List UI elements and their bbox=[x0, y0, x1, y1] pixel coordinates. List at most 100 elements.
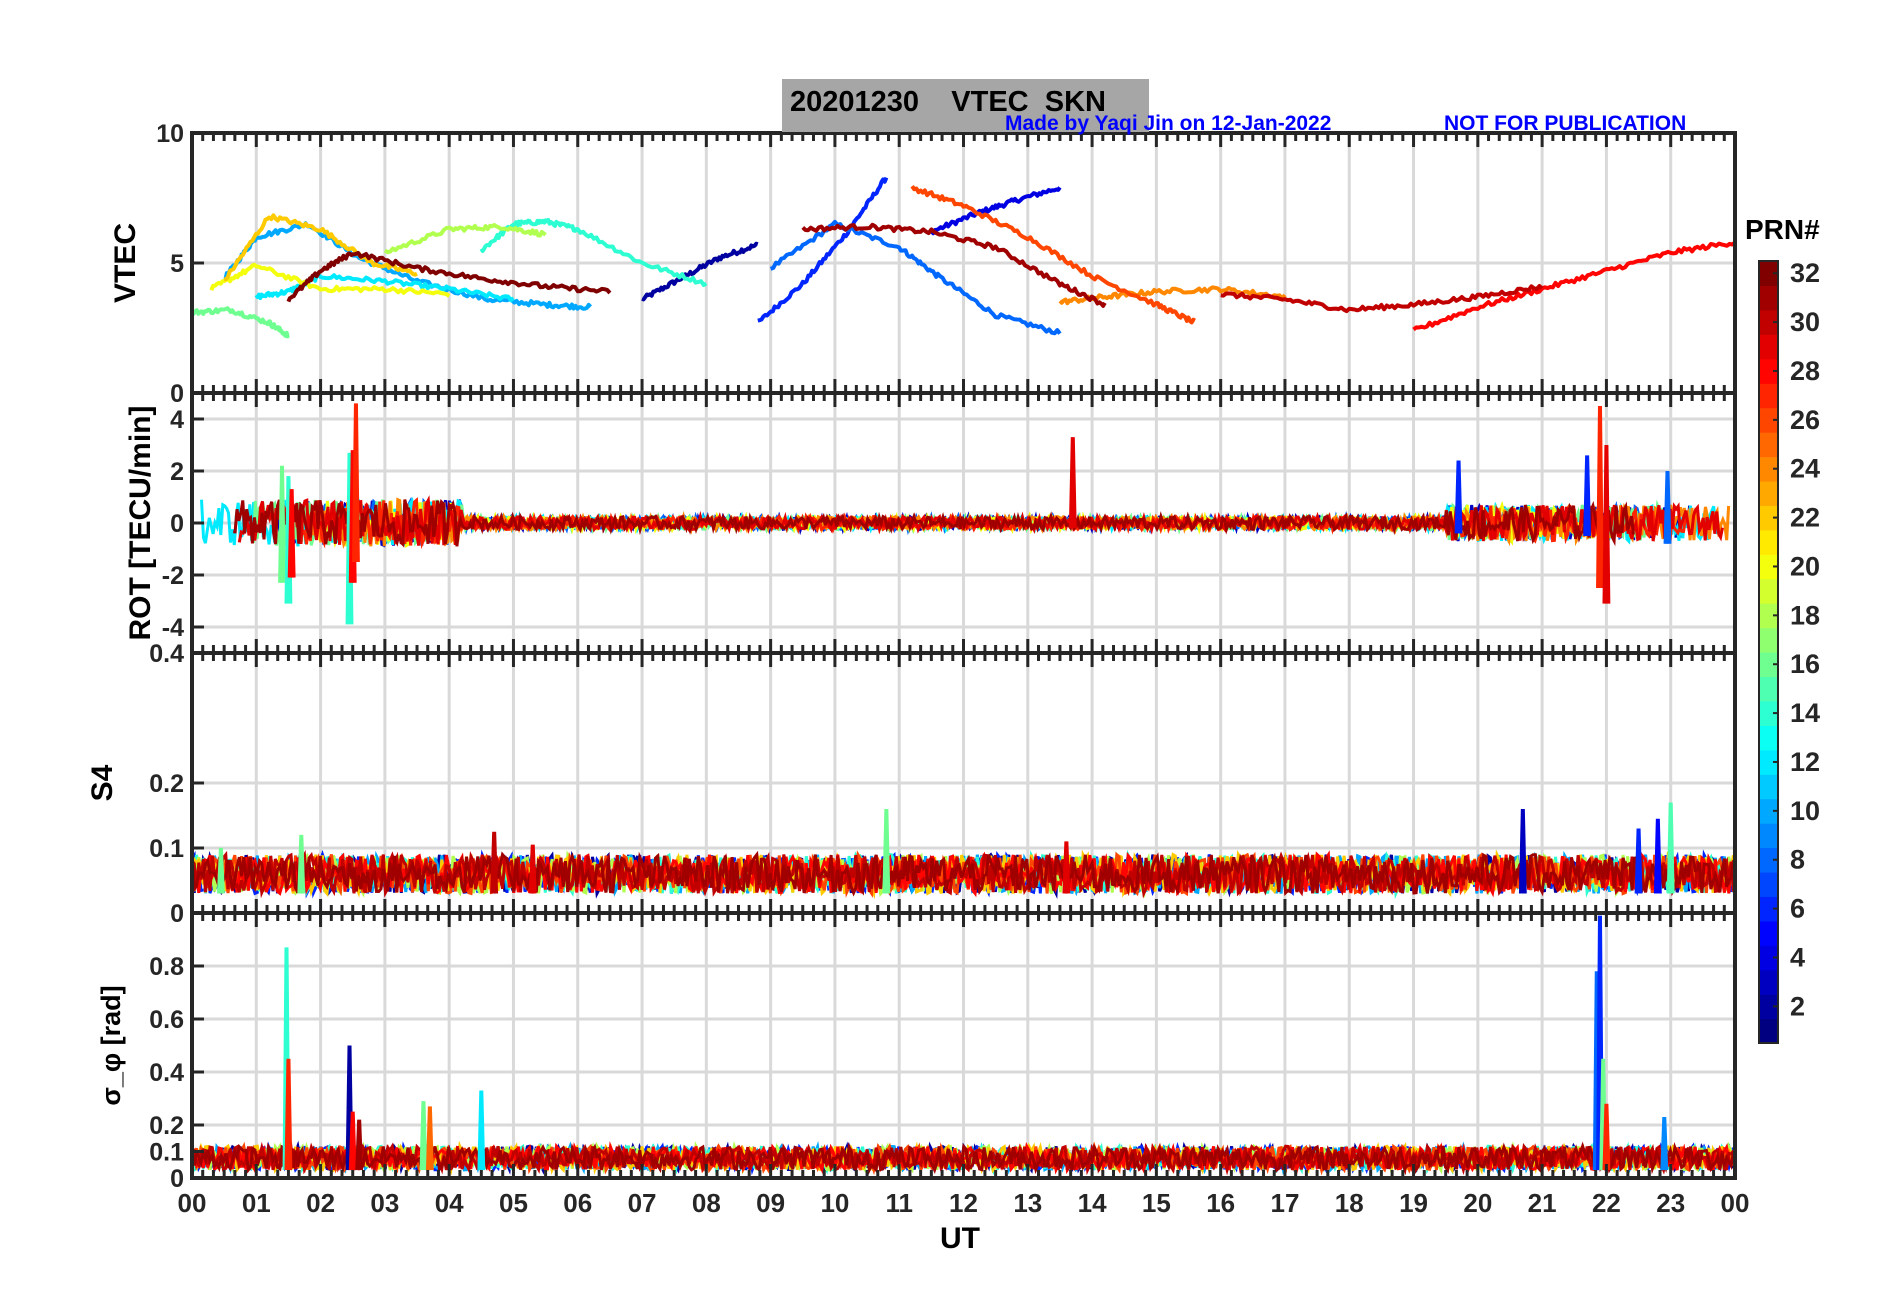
x-tick-label: 08 bbox=[692, 1188, 721, 1218]
colorbar-tick-label: 20 bbox=[1790, 551, 1820, 581]
spike-prn-9 bbox=[1660, 1116, 1669, 1171]
colorbar-cell bbox=[1759, 1018, 1778, 1044]
y-tick-label: -4 bbox=[162, 614, 184, 642]
y-tick-label: 0 bbox=[170, 900, 184, 928]
colorbar-tick-label: 26 bbox=[1790, 405, 1820, 435]
colorbar-tick-label: 28 bbox=[1790, 356, 1820, 386]
colorbar-tick-label: 22 bbox=[1790, 503, 1820, 533]
credit-text: Made by Yaqi Jin on 12-Jan-2022 bbox=[1005, 112, 1332, 135]
colorbar-cell bbox=[1759, 725, 1778, 751]
colorbar-cell bbox=[1759, 871, 1778, 897]
colorbar-tick-label: 10 bbox=[1790, 796, 1820, 826]
colorbar-tick-label: 6 bbox=[1790, 894, 1805, 924]
y-tick-label: 0.8 bbox=[149, 953, 184, 981]
series-prn-4 bbox=[929, 186, 1062, 236]
series-prn-18 bbox=[383, 223, 547, 255]
x-tick-label: 05 bbox=[499, 1188, 528, 1218]
spike-prn-6 bbox=[1454, 460, 1463, 534]
colorbar-cell bbox=[1759, 529, 1778, 555]
spike-prn-8 bbox=[1663, 470, 1672, 544]
colorbar-tick-label: 2 bbox=[1790, 991, 1805, 1021]
series-prn-8 bbox=[769, 219, 1062, 336]
spike-prn-6 bbox=[1583, 455, 1592, 537]
y-axis-label: S4 bbox=[86, 764, 119, 801]
x-tick-label: 22 bbox=[1592, 1188, 1621, 1218]
x-tick-label: 07 bbox=[628, 1188, 657, 1218]
colorbar-cell bbox=[1759, 383, 1778, 409]
panel-vtec: 0 5 10 VTEC bbox=[109, 120, 1737, 408]
colorbar-title: PRN# bbox=[1745, 214, 1820, 245]
x-tick-label: 00 bbox=[1721, 1188, 1750, 1218]
spike-prn-3 bbox=[1518, 808, 1527, 894]
spike-prn-31 bbox=[355, 1119, 364, 1171]
panel-rot: -4 -2 0 2 4 ROT [TECU/min] bbox=[124, 391, 1737, 655]
y-tick-label: 10 bbox=[156, 120, 184, 148]
y-tick-label: 0.6 bbox=[149, 1006, 184, 1034]
colorbar-cell bbox=[1759, 432, 1778, 458]
colorbar-tick-label: 8 bbox=[1790, 845, 1805, 875]
spike-prn-28 bbox=[348, 1111, 357, 1171]
x-tick-label: 01 bbox=[242, 1188, 271, 1218]
colorbar-cell bbox=[1759, 920, 1778, 946]
colorbar-tick-label: 30 bbox=[1790, 307, 1820, 337]
colorbar-cell bbox=[1759, 823, 1778, 849]
y-tick-label: 0.1 bbox=[149, 835, 184, 863]
colorbar-cell bbox=[1759, 578, 1778, 604]
spike-prn-5 bbox=[1653, 818, 1662, 894]
spike-prn-25 bbox=[425, 1106, 434, 1171]
y-axis-label: ROT [TECU/min] bbox=[124, 406, 157, 641]
spike-prn-27 bbox=[1596, 405, 1604, 589]
series-prn-6 bbox=[757, 176, 889, 323]
panel-sigma_phi: 00.10.20.40.60.8σ_φ [rad] bbox=[96, 911, 1737, 1193]
colorbar-tick-label: 18 bbox=[1790, 600, 1820, 630]
colorbar-cell bbox=[1759, 480, 1778, 506]
spike-prn-27 bbox=[1602, 1103, 1611, 1171]
colorbar: 2468101214161820222426283032PRN# bbox=[1745, 214, 1820, 1044]
x-tick-label: 13 bbox=[1013, 1188, 1042, 1218]
figure-canvas: 0510VTEC-4-2024ROT [TECU/min]00.10.20.4S… bbox=[86, 120, 1820, 1255]
x-tick-label: 18 bbox=[1335, 1188, 1364, 1218]
x-axis-label: UT bbox=[940, 1222, 980, 1255]
spike-prn-27 bbox=[352, 403, 360, 563]
series-prn-31 bbox=[801, 222, 1107, 308]
panel-s4: 0 0.1 0.2 0.4 S4 bbox=[86, 640, 1737, 928]
y-tick-label: 0 bbox=[170, 510, 184, 538]
spike-prn-16 bbox=[278, 465, 286, 583]
y-tick-label: -2 bbox=[162, 562, 184, 590]
notice-text: NOT FOR PUBLICATION bbox=[1444, 112, 1687, 135]
series-prn-26 bbox=[910, 185, 1196, 325]
x-tick-label: 19 bbox=[1399, 1188, 1428, 1218]
colorbar-tick-label: 14 bbox=[1790, 698, 1820, 728]
spike-prn-29 bbox=[528, 844, 537, 894]
y-tick-label: 4 bbox=[170, 406, 184, 434]
spike-prn-29 bbox=[1602, 444, 1611, 604]
spike-prn-30 bbox=[490, 831, 499, 894]
spike-prn-29 bbox=[1068, 437, 1077, 529]
y-axis-label: σ_φ [rad] bbox=[96, 985, 126, 1105]
y-tick-label: 0.4 bbox=[149, 640, 184, 668]
colorbar-cell bbox=[1759, 676, 1778, 702]
y-tick-label: 2 bbox=[170, 458, 184, 486]
colorbar-cell bbox=[1759, 627, 1778, 653]
title-date: 20201230 bbox=[790, 86, 920, 118]
colorbar-cell bbox=[1759, 334, 1778, 360]
x-tick-label: 06 bbox=[563, 1188, 592, 1218]
colorbar-tick-label: 12 bbox=[1790, 747, 1820, 777]
x-tick-label: 12 bbox=[949, 1188, 978, 1218]
y-tick-label: 0 bbox=[170, 380, 184, 408]
x-tick-label: 09 bbox=[756, 1188, 785, 1218]
x-tick-label: 11 bbox=[885, 1188, 913, 1218]
spike-prn-16 bbox=[217, 847, 225, 894]
spike-prn-6 bbox=[1634, 828, 1643, 894]
y-tick-label: 0.2 bbox=[149, 1112, 184, 1140]
x-tick-label: 14 bbox=[1078, 1188, 1107, 1218]
spike-prn-15 bbox=[1666, 802, 1675, 894]
x-tick-label: 00 bbox=[178, 1188, 207, 1218]
x-tick-label: 17 bbox=[1270, 1188, 1299, 1218]
data-rot bbox=[200, 403, 1731, 625]
spike-prn-16 bbox=[882, 808, 891, 894]
x-tick-label: 04 bbox=[435, 1188, 464, 1218]
colorbar-tick-label: 24 bbox=[1790, 454, 1820, 484]
colorbar-cell bbox=[1759, 969, 1778, 995]
x-tick-label: 23 bbox=[1656, 1188, 1685, 1218]
